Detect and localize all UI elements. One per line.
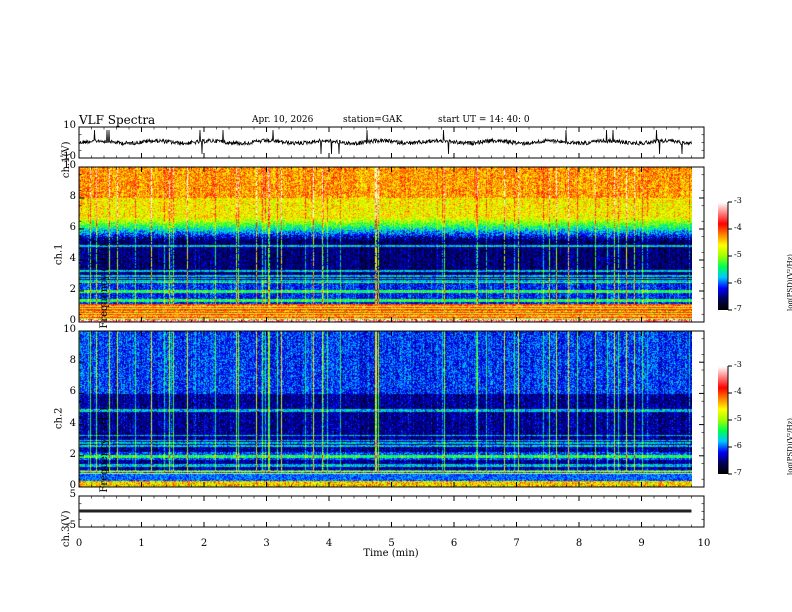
panel-frame — [78, 330, 705, 488]
colorbar-tick-label: -6 — [734, 441, 742, 450]
colorbar-tick-label: -3 — [734, 196, 742, 205]
x-tick-label: 9 — [638, 538, 645, 549]
y-tick-label: 4 — [69, 417, 76, 429]
colorbar-label: log(PSD)(V²/Hz) — [786, 254, 792, 311]
x-tick-label: 8 — [575, 538, 583, 549]
y-tick-label: 2 — [69, 448, 76, 460]
y-axis-label: Frequency (kHz) — [99, 243, 111, 329]
y-tick-label: 8 — [69, 355, 76, 367]
x-tick-label: 2 — [200, 538, 208, 549]
x-tick-label: 1 — [138, 538, 145, 549]
x-tick-label: 5 — [388, 538, 395, 549]
colorbar-tick-label: -5 — [734, 414, 742, 423]
y-axis-label: ch.3(V) — [60, 510, 72, 547]
y-tick-label: 6 — [69, 222, 76, 233]
colorbar-label: log(PSD)(V²/Hz) — [786, 418, 792, 475]
y-tick-label: 4 — [69, 253, 76, 264]
colorbar-tick-label: -4 — [734, 223, 742, 232]
y-axis-label: Frequency (kHz) — [99, 407, 111, 493]
y-axis-label: ch.1 — [53, 243, 65, 265]
x-tick-label: 0 — [75, 538, 83, 549]
colorbar-tick-label: -5 — [734, 250, 742, 259]
y-tick-label: 8 — [69, 191, 76, 202]
y-tick-label: 10 — [63, 324, 76, 335]
colorbar-tick-label: -7 — [734, 304, 742, 313]
ch1-waveform — [78, 129, 692, 155]
y-tick-label: 10 — [63, 160, 76, 171]
x-tick-label: 10 — [697, 538, 711, 549]
y-tick-label: 6 — [69, 386, 76, 398]
x-tick-label: 4 — [325, 538, 333, 549]
y-tick-label: 5 — [69, 489, 76, 500]
colorbar-tick-label: -6 — [734, 277, 742, 286]
y-tick-label: 2 — [69, 284, 76, 295]
x-tick-label: 3 — [263, 538, 270, 549]
y-tick-label: 10 — [63, 120, 76, 131]
x-axis-label: Time (min) — [363, 548, 419, 559]
vlf-spectra-figure: VLF Spectra Apr. 10, 2026 station=GAK st… — [0, 0, 792, 612]
axes-layer — [78, 126, 732, 528]
x-tick-label: 6 — [450, 538, 458, 549]
colorbar-tick-label: -4 — [734, 387, 742, 396]
y-axis-label: ch.2 — [53, 407, 65, 430]
ch3-waveform — [79, 509, 692, 513]
panel-frame — [78, 166, 705, 323]
colorbar-tick-label: -3 — [734, 360, 742, 369]
x-tick-label: 7 — [513, 538, 520, 549]
colorbar-tick-label: -7 — [734, 468, 742, 477]
